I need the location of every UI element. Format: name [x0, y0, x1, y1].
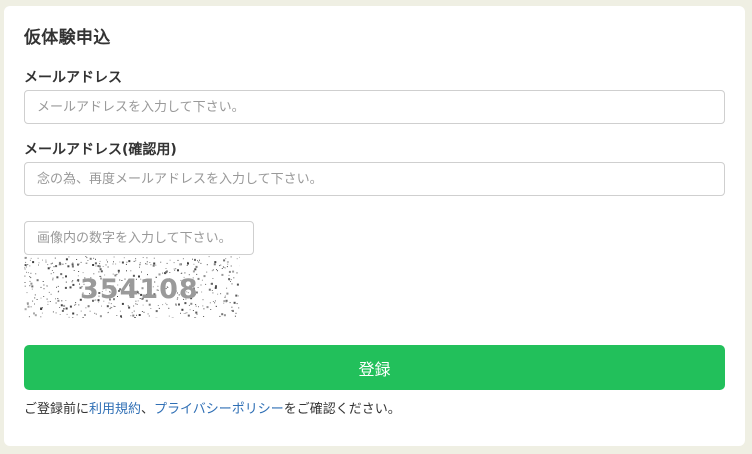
- agreement-separator: 、: [141, 402, 155, 417]
- agreement-text: ご登録前に利用規約、プライバシーポリシーをご確認ください。: [24, 398, 401, 417]
- signup-card: 仮体験申込 メールアドレス メールアドレス(確認用) 354108 登録 ご登録…: [4, 6, 745, 446]
- captcha-image: 354108: [24, 256, 240, 318]
- captcha-digits: 354108: [80, 274, 199, 305]
- email-confirm-label: メールアドレス(確認用): [24, 142, 177, 158]
- agreement-prefix: ご登録前に: [24, 402, 90, 417]
- email-confirm-field[interactable]: [24, 162, 725, 196]
- form-title: 仮体験申込: [24, 28, 111, 48]
- privacy-policy-link[interactable]: プライバシーポリシー: [154, 402, 284, 417]
- email-label: メールアドレス: [24, 70, 122, 86]
- terms-link[interactable]: 利用規約: [89, 402, 141, 417]
- agreement-suffix: をご確認ください。: [283, 402, 401, 417]
- register-button[interactable]: 登録: [24, 345, 725, 390]
- email-field[interactable]: [24, 90, 725, 124]
- captcha-input[interactable]: [24, 221, 254, 255]
